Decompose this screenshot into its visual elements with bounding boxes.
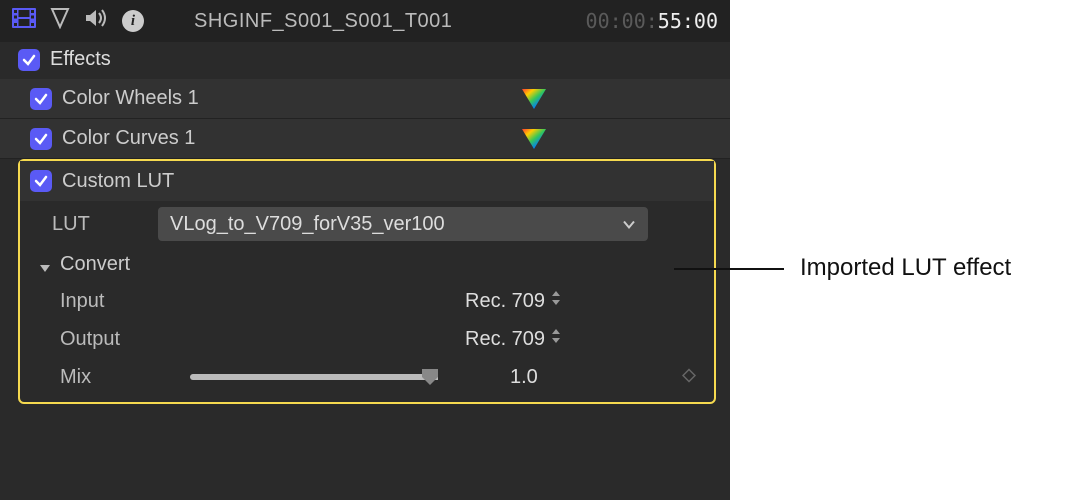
convert-label: Convert [60, 253, 130, 276]
effect-enable-checkbox[interactable] [30, 128, 52, 150]
effect-row-custom-lut[interactable]: Custom LUT [20, 161, 714, 201]
effect-enable-checkbox[interactable] [30, 170, 52, 192]
lut-select-row: LUT VLog_to_V709_forV35_ver100 [20, 201, 714, 247]
input-value: Rec. 709 [465, 290, 545, 313]
inspector-header: i SHGINF_S001_S001_T001 00:00:55:00 [0, 0, 730, 42]
slider-fill [190, 374, 438, 380]
disclosure-triangle-icon[interactable] [38, 258, 52, 272]
input-param-row: Input Rec. 709 [20, 282, 714, 320]
timecode-dim: 00:00: [586, 9, 658, 33]
effect-name: Color Curves 1 [62, 127, 195, 150]
header-icons: i [12, 7, 144, 35]
effects-enable-checkbox[interactable] [18, 49, 40, 71]
output-param-row: Output Rec. 709 [20, 320, 714, 358]
effect-name: Custom LUT [62, 170, 174, 193]
timecode-bright: 55:00 [658, 9, 718, 33]
mix-label: Mix [60, 366, 180, 389]
callout-text: Imported LUT effect [800, 254, 1011, 282]
lut-label: LUT [52, 213, 132, 236]
convert-group-header[interactable]: Convert [20, 247, 714, 282]
inspector-panel: i SHGINF_S001_S001_T001 00:00:55:00 Effe… [0, 0, 730, 500]
chevron-down-icon [622, 213, 636, 236]
mix-slider[interactable] [190, 374, 438, 380]
custom-lut-section: Custom LUT LUT VLog_to_V709_forV35_ver10… [18, 159, 716, 404]
input-value-select[interactable]: Rec. 709 [465, 289, 561, 313]
lut-select[interactable]: VLog_to_V709_forV35_ver100 [158, 207, 648, 241]
input-label: Input [60, 290, 180, 313]
timecode: 00:00:55:00 [586, 9, 718, 33]
mix-value[interactable]: 1.0 [510, 366, 538, 389]
color-tab-icon[interactable] [50, 7, 70, 35]
stepper-icon[interactable] [551, 289, 561, 313]
effect-name: Color Wheels 1 [62, 87, 199, 110]
slider-thumb[interactable] [420, 367, 440, 387]
effect-row-color-wheels[interactable]: Color Wheels 1 [0, 79, 730, 119]
output-value: Rec. 709 [465, 328, 545, 351]
color-preset-icon[interactable] [520, 127, 548, 151]
info-tab-icon[interactable]: i [122, 10, 144, 32]
effects-section-header[interactable]: Effects [0, 42, 730, 79]
video-tab-icon[interactable] [12, 8, 36, 34]
lut-select-value: VLog_to_V709_forV35_ver100 [170, 213, 445, 236]
output-label: Output [60, 328, 180, 351]
clip-name: SHGINF_S001_S001_T001 [194, 10, 452, 33]
keyframe-icon[interactable] [682, 366, 696, 389]
color-preset-icon[interactable] [520, 87, 548, 111]
effects-label: Effects [50, 48, 111, 71]
audio-tab-icon[interactable] [84, 8, 108, 34]
effect-row-color-curves[interactable]: Color Curves 1 [0, 119, 730, 159]
callout-line [674, 268, 784, 270]
mix-param-row: Mix 1.0 [20, 358, 714, 396]
effect-enable-checkbox[interactable] [30, 88, 52, 110]
output-value-select[interactable]: Rec. 709 [465, 327, 561, 351]
stepper-icon[interactable] [551, 327, 561, 351]
